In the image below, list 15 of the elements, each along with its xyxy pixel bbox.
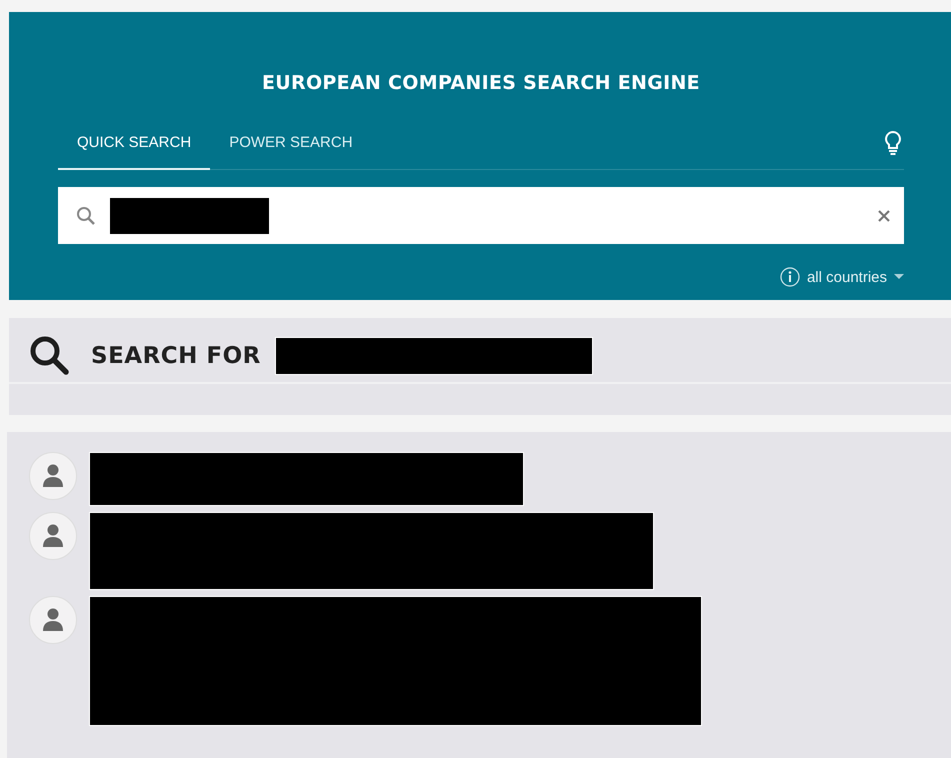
search-icon (76, 206, 96, 226)
person-icon (42, 464, 64, 488)
tab[interactable]: POWER SEARCH (210, 134, 372, 170)
close-icon[interactable] (878, 210, 890, 222)
search-field[interactable] (58, 187, 904, 244)
person-icon (42, 608, 64, 632)
tab[interactable]: QUICK SEARCH (58, 134, 210, 170)
person-icon (42, 524, 64, 548)
page-title: EUROPEAN COMPANIES SEARCH ENGINE (261, 71, 701, 94)
caret-icon (894, 274, 904, 280)
lightbulb-icon[interactable] (884, 130, 902, 156)
results-heading: SEARCH FOR (91, 343, 261, 369)
info-icon (780, 267, 800, 287)
search-icon (29, 335, 71, 377)
country-dropdown[interactable]: all countries (806, 268, 887, 286)
